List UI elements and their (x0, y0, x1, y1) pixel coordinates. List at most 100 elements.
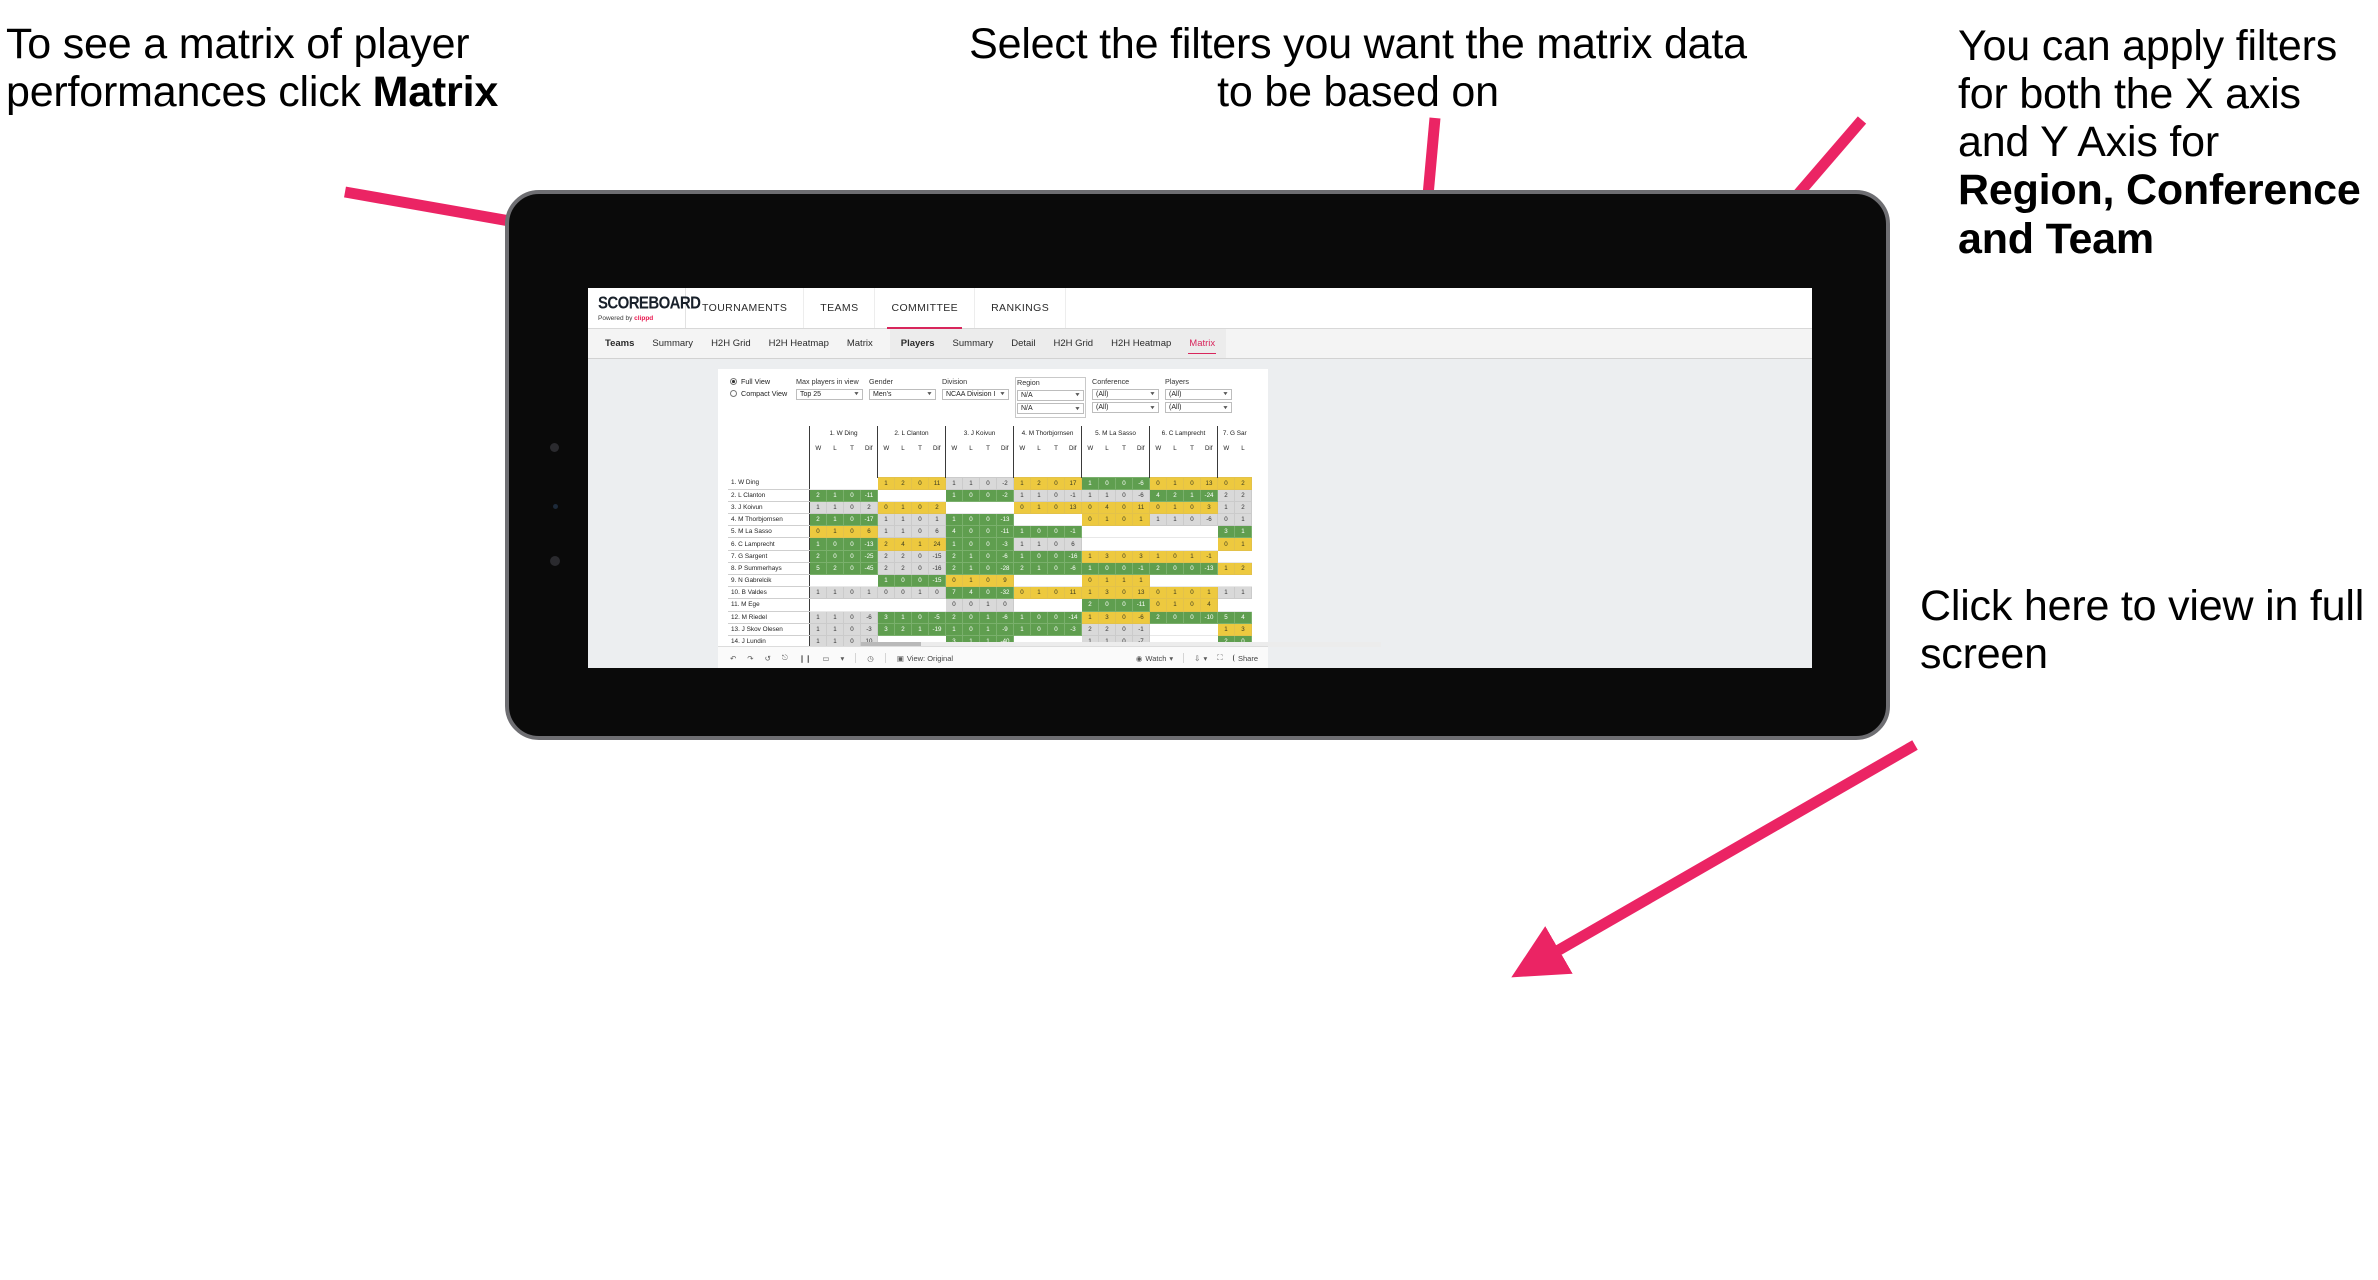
matrix-cell[interactable]: 1 (962, 573, 980, 588)
matrix-cell[interactable]: 3 (1098, 549, 1116, 563)
matrix-cell[interactable]: 1 (894, 513, 912, 527)
download-button[interactable]: ⇩ ▾ (1194, 654, 1207, 663)
matrix-cell[interactable]: 0 (1115, 561, 1133, 576)
matrix-cell[interactable]: 0 (1183, 476, 1201, 490)
matrix-cell[interactable]: 1 (1081, 488, 1099, 502)
matrix-cell[interactable] (928, 598, 946, 612)
matrix-cell[interactable]: -19 (928, 622, 946, 636)
matrix-cell[interactable] (1132, 537, 1150, 551)
matrix-cell[interactable]: 0 (911, 500, 929, 515)
matrix-cell[interactable]: 1 (1149, 513, 1167, 527)
matrix-cell[interactable] (1064, 573, 1082, 588)
matrix-cell[interactable]: 1 (1081, 476, 1099, 490)
matrix-cell[interactable] (945, 500, 963, 515)
matrix-cell[interactable]: 1 (962, 561, 980, 576)
matrix-cell[interactable]: 0 (894, 573, 912, 588)
filter-players-x-select[interactable]: (All) ▼ (1165, 388, 1232, 400)
highlight-icon[interactable]: ▭ (822, 654, 829, 663)
matrix-cell[interactable]: 1 (809, 622, 827, 636)
matrix-cell[interactable] (1149, 525, 1167, 539)
matrix-cell[interactable] (1064, 598, 1082, 612)
matrix-cell[interactable]: 0 (1098, 598, 1116, 612)
matrix-cell[interactable]: 3 (1217, 525, 1235, 539)
matrix-cell[interactable]: 1 (1098, 513, 1116, 527)
tab-players-h2h-heatmap[interactable]: H2H Heatmap (1102, 329, 1180, 358)
matrix-cell[interactable]: -6 (1200, 513, 1218, 527)
matrix-cell[interactable]: 2 (826, 561, 844, 576)
redo-icon[interactable]: ↷ (747, 654, 753, 663)
matrix-cell[interactable]: 0 (1047, 610, 1065, 624)
matrix-cell[interactable]: 0 (1183, 586, 1201, 600)
matrix-cell[interactable]: -5 (928, 610, 946, 624)
matrix-cell[interactable] (911, 598, 929, 612)
matrix-cell[interactable]: -3 (996, 537, 1014, 551)
matrix-cell[interactable]: 0 (1030, 622, 1048, 636)
matrix-cell[interactable]: 0 (1166, 610, 1184, 624)
matrix-cell[interactable] (996, 500, 1014, 515)
matrix-cell[interactable]: 2 (945, 549, 963, 563)
matrix-cell[interactable]: 0 (979, 513, 997, 527)
matrix-cell[interactable]: -1 (1064, 488, 1082, 502)
tab-teams[interactable]: Teams (596, 329, 643, 358)
matrix-cell[interactable]: 0 (1030, 610, 1048, 624)
matrix-cell[interactable]: 1 (877, 513, 895, 527)
matrix-cell[interactable]: 0 (979, 537, 997, 551)
matrix-cell[interactable] (809, 476, 827, 490)
matrix-cell[interactable]: 4 (894, 537, 912, 551)
matrix-cell[interactable]: 0 (1149, 598, 1167, 612)
filter-players-y-select[interactable]: (All) ▼ (1165, 402, 1232, 413)
matrix-cell[interactable]: 2 (877, 537, 895, 551)
matrix-cell[interactable]: 1 (1200, 586, 1218, 600)
matrix-cell[interactable]: 1 (928, 513, 946, 527)
matrix-cell[interactable]: 2 (809, 488, 827, 502)
matrix-cell[interactable]: 0 (979, 525, 997, 539)
matrix-cell[interactable]: -6 (996, 549, 1014, 563)
matrix-cell[interactable]: 11 (928, 476, 946, 490)
matrix-cell[interactable]: 2 (1234, 488, 1252, 502)
matrix-cell[interactable]: 0 (877, 586, 895, 600)
matrix-cell[interactable]: -16 (928, 561, 946, 576)
matrix-cell[interactable] (843, 573, 861, 588)
matrix-cell[interactable]: 1 (877, 573, 895, 588)
matrix-cell[interactable]: 0 (911, 549, 929, 563)
undo-icon[interactable]: ↶ (730, 654, 736, 663)
matrix-cell[interactable]: 7 (945, 586, 963, 600)
matrix-cell[interactable] (1132, 525, 1150, 539)
matrix-cell[interactable]: 0 (979, 586, 997, 600)
matrix-cell[interactable]: 0 (945, 598, 963, 612)
matrix-cell[interactable]: -2 (996, 476, 1014, 490)
matrix-cell[interactable]: 0 (1047, 622, 1065, 636)
matrix-cell[interactable] (979, 500, 997, 515)
matrix-cell[interactable]: 1 (979, 622, 997, 636)
tab-players-summary[interactable]: Summary (944, 329, 1003, 358)
tab-players-detail[interactable]: Detail (1002, 329, 1044, 358)
matrix-cell[interactable] (894, 488, 912, 502)
matrix-cell[interactable]: 0 (979, 573, 997, 588)
matrix-cell[interactable]: 1 (809, 537, 827, 551)
matrix-cell[interactable]: 0 (962, 513, 980, 527)
matrix-cell[interactable]: 3 (877, 610, 895, 624)
matrix-cell[interactable]: 1 (1149, 549, 1167, 563)
matrix-cell[interactable]: 0 (911, 525, 929, 539)
matrix-cell[interactable]: 1 (894, 610, 912, 624)
matrix-cell[interactable]: 2 (1234, 561, 1252, 576)
chevron-down-icon[interactable]: ▾ (841, 654, 845, 663)
matrix-cell[interactable]: 1 (945, 537, 963, 551)
matrix-cell[interactable]: 0 (1115, 488, 1133, 502)
matrix-cell[interactable]: 4 (1149, 488, 1167, 502)
matrix-cell[interactable]: -1 (1132, 561, 1150, 576)
matrix-cell[interactable]: 2 (1166, 488, 1184, 502)
matrix-cell[interactable] (1234, 573, 1252, 588)
matrix-cell[interactable]: 0 (843, 525, 861, 539)
matrix-cell[interactable]: 0 (843, 586, 861, 600)
matrix-cell[interactable]: 0 (928, 586, 946, 600)
matrix-cell[interactable]: -6 (860, 610, 878, 624)
matrix-cell[interactable]: 1 (1166, 598, 1184, 612)
matrix-cell[interactable]: 1 (1030, 537, 1048, 551)
filter-max-players-select[interactable]: Top 25 ▼ (796, 388, 863, 400)
matrix-cell[interactable]: 1 (945, 476, 963, 490)
matrix-cell[interactable]: 0 (843, 610, 861, 624)
matrix-cell[interactable]: 1 (877, 476, 895, 490)
matrix-container[interactable]: 1. W Ding 2. L Clanton 3. J Koivun 4. M Tho… (718, 422, 1268, 668)
matrix-cell[interactable]: 1 (1013, 537, 1031, 551)
